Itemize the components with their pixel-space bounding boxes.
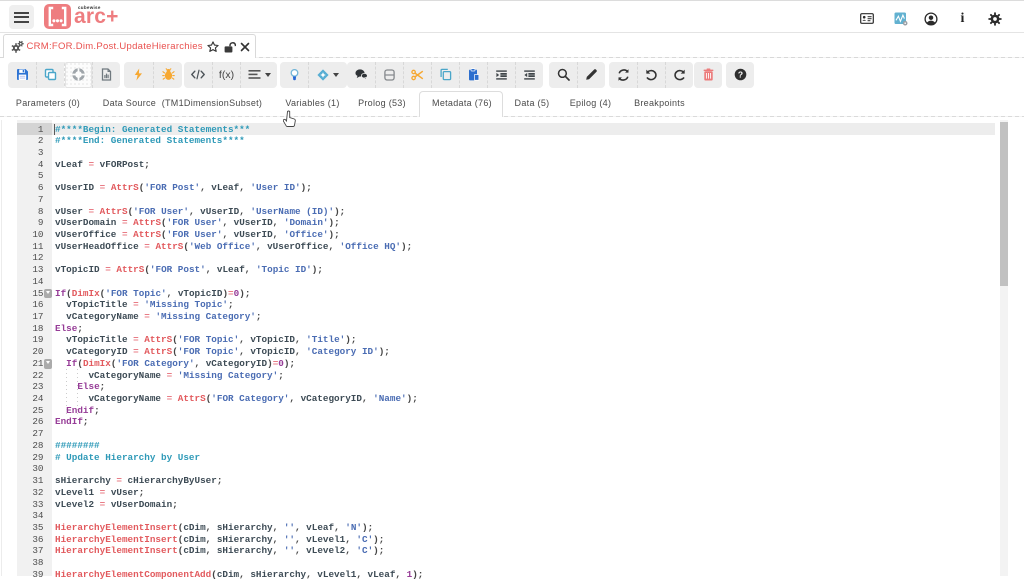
svg-text:?: ? (737, 70, 742, 80)
